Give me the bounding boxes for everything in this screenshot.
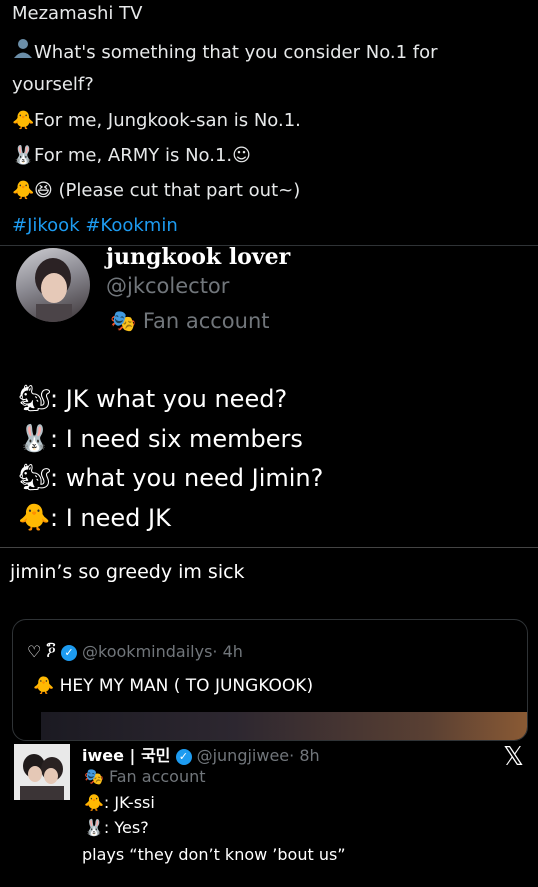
chipmunk-icon: 🐿 bbox=[18, 463, 52, 493]
avatar[interactable] bbox=[16, 248, 90, 322]
line-jungkook: 🐥For me, Jungkook-san is No.1. bbox=[12, 109, 301, 133]
chick-icon: 🐥 bbox=[33, 676, 55, 696]
mezamashi-post: Mezamashi TV What's something that you c… bbox=[0, 0, 538, 245]
verified-badge-icon: ✓ bbox=[175, 748, 192, 765]
chat-text: : JK what you need? bbox=[50, 385, 288, 413]
theater-masks-icon: 🎭 bbox=[84, 767, 104, 786]
verified-badge-icon: ✓ bbox=[60, 644, 77, 661]
fan-account-text: Fan account bbox=[109, 767, 206, 786]
hashtags[interactable]: #Jikook #Kookmin bbox=[12, 214, 178, 238]
quote-handle[interactable]: @kookmindailys bbox=[82, 642, 212, 661]
line-cut: 🐥😆 (Please cut that part out~) bbox=[12, 179, 300, 203]
rabbit-icon: 🐰 bbox=[84, 818, 104, 837]
author-name[interactable]: jungkook lover bbox=[106, 244, 290, 270]
tweet2-line: 🐥: JK-ssi bbox=[84, 793, 155, 812]
tweet2-text: : Yes? bbox=[103, 818, 149, 837]
chat-text: : I need six members bbox=[50, 425, 303, 453]
fan-account-label: 🎭 Fan account bbox=[84, 767, 206, 786]
divider bbox=[0, 547, 538, 548]
chat-line: 🐿: JK what you need? bbox=[18, 384, 287, 414]
fan-account-text: Fan account bbox=[142, 309, 270, 333]
relieved-face-icon: ☺ bbox=[232, 145, 251, 166]
quote-time[interactable]: · 4h bbox=[212, 642, 243, 661]
caption: jimin’s so greedy im sick bbox=[10, 561, 245, 583]
question-text: What's something that you consider No.1 … bbox=[34, 42, 438, 63]
author-handle[interactable]: @jkcolector bbox=[106, 274, 229, 298]
tweet2-line: plays “they don’t know ’bout us” bbox=[82, 845, 346, 864]
post-title: Mezamashi TV bbox=[12, 3, 143, 24]
question-line: What's something that you consider No.1 … bbox=[12, 38, 438, 65]
chipmunk-icon: 🐿 bbox=[18, 384, 52, 414]
chick-icon: 🐥 bbox=[12, 110, 35, 131]
author-handle[interactable]: @jungjiwee bbox=[197, 746, 290, 765]
quote-tweet[interactable]: ♡ ዖົ ✓ @kookmindailys· 4h 🐥 HEY MY MAN (… bbox=[12, 619, 528, 741]
tweet2-line: 🐰: Yes? bbox=[84, 818, 149, 837]
chat-line: 🐥: I need JK bbox=[18, 503, 171, 533]
tweet2-text: : JK-ssi bbox=[103, 793, 155, 812]
tweet2-header: iwee | 국민 ✓ @jungjiwee· 8h bbox=[82, 742, 320, 766]
bust-icon bbox=[12, 38, 34, 65]
fan-account-label: 🎭 Fan account bbox=[110, 309, 270, 334]
quote-text: HEY MY MAN ( TO JUNGKOOK) bbox=[59, 676, 314, 696]
chat-text: : what you need Jimin? bbox=[50, 464, 324, 492]
rabbit-icon: 🐰 bbox=[18, 424, 51, 454]
quote-header: ♡ ዖົ ✓ @kookmindailys· 4h bbox=[27, 642, 243, 662]
chick-icon: 🐥 bbox=[18, 503, 51, 533]
x-logo-icon[interactable]: 𝕏 bbox=[503, 742, 524, 772]
author-name[interactable]: iwee | 국민 bbox=[82, 746, 170, 765]
tweet-time[interactable]: · 8h bbox=[289, 746, 320, 765]
rabbit-icon: 🐰 bbox=[12, 145, 35, 166]
quote-author-name[interactable]: ♡ ዖົ bbox=[27, 642, 56, 661]
grinning-squint-icon: 😆 bbox=[34, 180, 53, 201]
quote-body: 🐥 HEY MY MAN ( TO JUNGKOOK) bbox=[33, 676, 313, 696]
line-text: (Please cut that part out~) bbox=[58, 180, 301, 201]
chat-text: : I need JK bbox=[50, 504, 171, 532]
quote-media-image[interactable] bbox=[41, 712, 527, 740]
line-text: For me, Jungkook-san is No.1. bbox=[34, 110, 301, 131]
chat-line: 🐰: I need six members bbox=[18, 424, 303, 454]
theater-masks-icon: 🎭 bbox=[110, 309, 137, 333]
avatar[interactable] bbox=[14, 744, 70, 800]
chick-icon: 🐥 bbox=[12, 180, 35, 201]
line-text: For me, ARMY is No.1. bbox=[34, 145, 233, 166]
chat-line: 🐿: what you need Jimin? bbox=[18, 463, 323, 493]
chick-icon: 🐥 bbox=[84, 793, 104, 812]
line-army: 🐰For me, ARMY is No.1.☺ bbox=[12, 144, 251, 168]
question-cont: yourself? bbox=[12, 74, 94, 95]
